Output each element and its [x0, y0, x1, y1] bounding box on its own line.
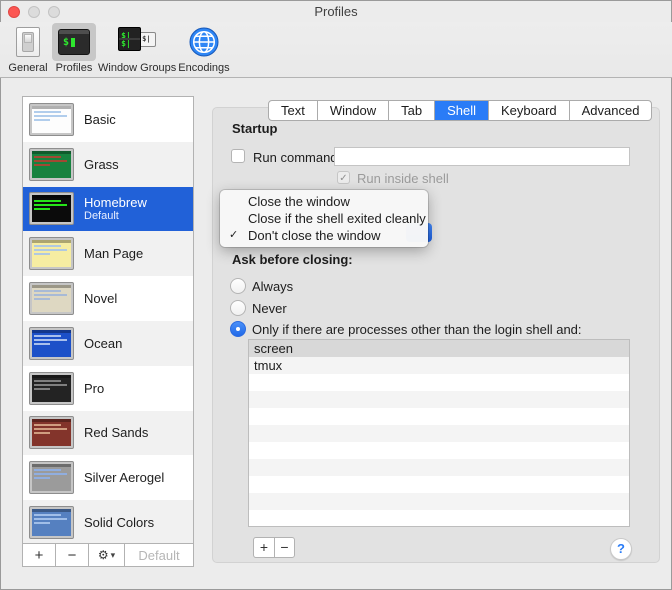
profile-actions-button[interactable]: ⚙ ▾	[89, 544, 125, 566]
remove-process-button[interactable]: −	[274, 538, 294, 557]
process-list[interactable]: screen tmux	[248, 339, 630, 527]
shell-exit-menu: Close the window Close if the shell exit…	[220, 190, 428, 247]
terminal-profile-icon: $	[58, 29, 90, 55]
profile-thumbnail	[29, 506, 74, 540]
radio-only-if-processes-label: Only if there are processes other than t…	[252, 322, 582, 337]
profile-item-pro[interactable]: Pro	[23, 366, 193, 411]
process-row-screen[interactable]: screen	[249, 340, 629, 357]
process-list-buttons: + −	[253, 537, 295, 558]
radio-never[interactable]	[230, 300, 246, 316]
add-process-button[interactable]: +	[254, 538, 274, 557]
tab-shell[interactable]: Shell	[434, 101, 488, 120]
menu-item-close-if-clean[interactable]: Close if the shell exited cleanly	[220, 210, 428, 227]
profile-thumbnail	[29, 102, 74, 136]
profiles-list: Basic Grass Homebrew Default Man Page No…	[22, 96, 194, 567]
chevron-down-icon: ▾	[110, 549, 116, 560]
profile-item-silver-aerogel[interactable]: Silver Aerogel	[23, 455, 193, 500]
globe-icon	[189, 27, 219, 57]
check-icon: ✓	[339, 173, 348, 184]
toolbar-item-label: General	[8, 62, 48, 74]
run-command-label: Run command:	[253, 150, 342, 165]
profile-item-novel[interactable]: Novel	[23, 276, 193, 321]
toolbar-item-label: Encodings	[178, 62, 230, 74]
profile-name: Ocean	[84, 335, 123, 351]
run-inside-shell-checkbox[interactable]: ✓	[337, 171, 350, 184]
profile-name: Pro	[84, 380, 105, 396]
profile-item-basic[interactable]: Basic	[23, 97, 193, 142]
tab-keyboard[interactable]: Keyboard	[487, 101, 569, 120]
add-profile-button[interactable]: +	[23, 544, 56, 566]
toolbar-item-profiles[interactable]: $ Profiles	[52, 22, 96, 74]
preferences-window: Profiles General $ Profiles $| $| $| Win…	[0, 0, 672, 590]
profile-thumbnail	[29, 192, 74, 226]
tab-text[interactable]: Text	[269, 101, 317, 120]
preferences-toolbar: General $ Profiles $| $| $| Window Group…	[0, 22, 672, 78]
profile-thumbnail	[29, 326, 74, 360]
check-icon: ✓	[229, 229, 239, 241]
run-inside-shell-label: Run inside shell	[357, 171, 449, 186]
profile-item-grass[interactable]: Grass	[23, 141, 193, 187]
run-command-checkbox[interactable]	[231, 149, 245, 163]
ask-before-closing-heading: Ask before closing:	[232, 252, 353, 267]
profile-name: Solid Colors	[84, 515, 155, 531]
profile-name: Grass	[84, 156, 119, 172]
toolbar-item-label: Window Groups	[98, 62, 177, 74]
menu-item-dont-close[interactable]: ✓ Don't close the window	[220, 227, 428, 244]
startup-heading: Startup	[232, 121, 278, 136]
run-command-input[interactable]	[334, 147, 630, 166]
tab-tab[interactable]: Tab	[388, 101, 434, 120]
radio-only-if-processes[interactable]	[230, 321, 246, 337]
profile-thumbnail	[29, 282, 74, 316]
profile-thumbnail	[29, 461, 74, 495]
process-row-tmux[interactable]: tmux	[249, 357, 629, 374]
radio-always-label: Always	[252, 279, 294, 294]
toolbar-item-window-groups[interactable]: $| $| $| Window Groups	[98, 22, 176, 74]
radio-always[interactable]	[230, 278, 246, 294]
profiles-list-toolbar: + − ⚙ ▾ Default	[23, 543, 193, 566]
toolbar-item-general[interactable]: General	[6, 22, 50, 74]
profile-item-man-page[interactable]: Man Page	[23, 231, 193, 277]
profile-item-homebrew[interactable]: Homebrew Default	[23, 186, 193, 232]
profile-name: Basic	[84, 111, 116, 127]
titlebar[interactable]: Profiles	[0, 0, 672, 22]
help-button[interactable]: ?	[610, 538, 632, 560]
profile-item-solid-colors[interactable]: Solid Colors	[23, 500, 193, 545]
profile-name: Man Page	[84, 246, 144, 262]
profile-name: Silver Aerogel	[84, 470, 165, 486]
profile-default-badge: Default	[84, 210, 119, 223]
question-mark-icon: ?	[617, 541, 625, 556]
profile-thumbnail	[29, 371, 74, 405]
profile-item-red-sands[interactable]: Red Sands	[23, 410, 193, 456]
remove-profile-button[interactable]: −	[56, 544, 89, 566]
profile-thumbnail	[29, 416, 74, 450]
window-title: Profiles	[314, 4, 358, 19]
menu-item-close-window[interactable]: Close the window	[220, 193, 428, 210]
toolbar-item-label: Profiles	[55, 62, 93, 74]
radio-never-label: Never	[252, 301, 287, 316]
toolbar-item-encodings[interactable]: Encodings	[178, 22, 230, 74]
profile-thumbnail	[29, 147, 74, 181]
window-groups-icon: $| $| $|	[118, 27, 157, 57]
general-switch-icon	[16, 27, 40, 57]
tab-advanced[interactable]: Advanced	[568, 101, 652, 120]
profile-name: Novel	[84, 291, 118, 307]
gear-icon: ⚙	[97, 548, 109, 562]
tab-window[interactable]: Window	[316, 101, 388, 120]
profile-name: Red Sands	[84, 425, 149, 441]
profile-name: Homebrew	[84, 195, 147, 211]
profile-item-ocean[interactable]: Ocean	[23, 320, 193, 366]
profile-thumbnail	[29, 237, 74, 271]
set-default-button[interactable]: Default	[125, 544, 193, 566]
profile-tabs: Text Window Tab Shell Keyboard Advanced	[268, 100, 653, 121]
